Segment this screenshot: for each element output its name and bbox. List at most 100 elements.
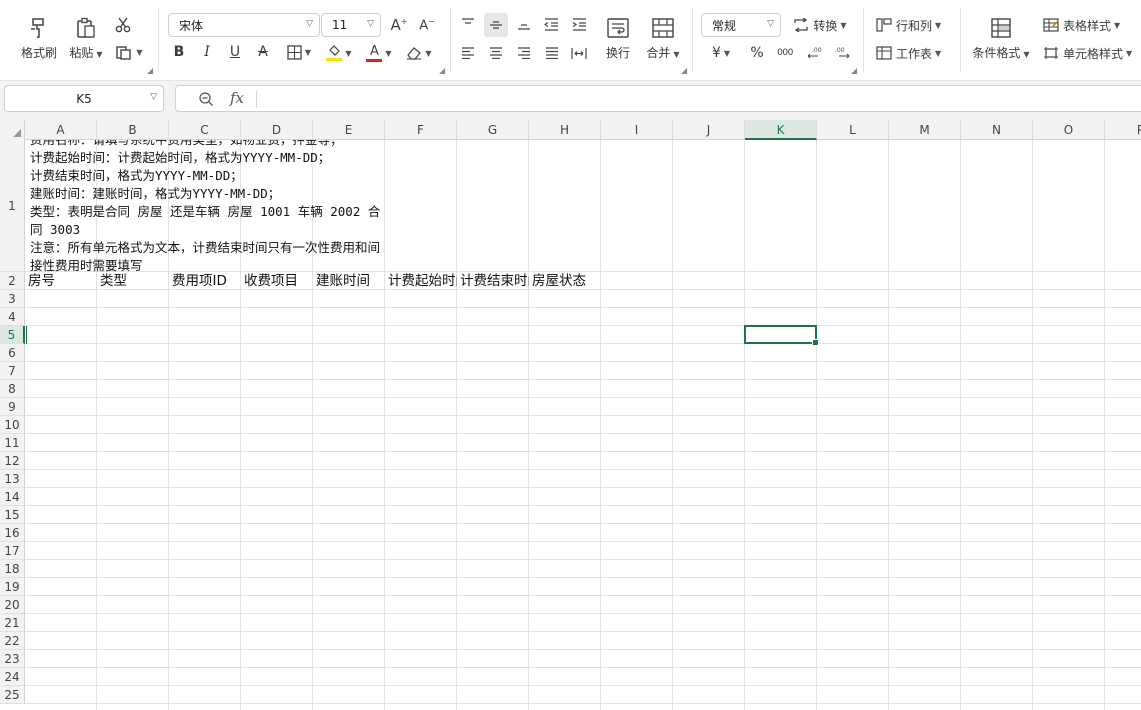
row-header-8[interactable]: 8 bbox=[0, 380, 25, 398]
convert-button[interactable]: 转换 ▼ bbox=[790, 14, 850, 36]
format-painter-button[interactable]: 格式刷 bbox=[16, 12, 62, 64]
distributed-button[interactable] bbox=[569, 43, 589, 63]
row-header-3[interactable]: 3 bbox=[0, 290, 25, 308]
row-header-18[interactable]: 18 bbox=[0, 560, 25, 578]
row-header-13[interactable]: 13 bbox=[0, 470, 25, 488]
align-bottom-button[interactable] bbox=[514, 14, 534, 34]
row-header-4[interactable]: 4 bbox=[0, 308, 25, 326]
row-header-2[interactable]: 2 bbox=[0, 272, 25, 290]
merge-button[interactable]: 合并 ▼ bbox=[642, 12, 684, 64]
column-header-c[interactable]: C bbox=[169, 120, 241, 140]
spreadsheet-grid[interactable]: ABCDEFGHIJKLMNOP 1 2 3 4 5 6 7 8 9 10 11 12 13 14 15 16… bbox=[0, 120, 1141, 710]
row-header-14[interactable]: 14 bbox=[0, 488, 25, 506]
column-header-e[interactable]: E bbox=[313, 120, 385, 140]
cell-a1-text[interactable]: 费用名称：请填写系统中费用类型，如物业费，押金等；计费起始时间：计费起始时间，格… bbox=[30, 140, 460, 272]
row-header-23[interactable]: 23 bbox=[0, 650, 25, 668]
row-header-9[interactable]: 9 bbox=[0, 398, 25, 416]
alignment-launcher-icon[interactable]: ◢ bbox=[681, 66, 687, 75]
column-header-a[interactable]: A bbox=[25, 120, 97, 140]
row-header-19[interactable]: 19 bbox=[0, 578, 25, 596]
fill-color-button[interactable]: ▼ bbox=[324, 42, 354, 64]
column-header-f[interactable]: F bbox=[385, 120, 457, 140]
row-header-12[interactable]: 12 bbox=[0, 452, 25, 470]
column-header-d[interactable]: D bbox=[241, 120, 313, 140]
worksheet-button[interactable]: 工作表 ▼ bbox=[876, 42, 948, 64]
strikethrough-button[interactable]: A bbox=[254, 42, 272, 62]
number-format-select[interactable]: 常规 ▽ bbox=[701, 13, 781, 37]
cell-style-button[interactable]: 单元格样式 ▼ bbox=[1043, 42, 1141, 64]
copy-button[interactable]: ▼ bbox=[112, 41, 146, 63]
header-cell[interactable]: 房屋状态 bbox=[529, 272, 673, 290]
table-style-button[interactable]: 表格样式 ▼ bbox=[1043, 14, 1135, 36]
header-cell[interactable]: 类型 bbox=[97, 272, 169, 290]
align-left-button[interactable] bbox=[458, 43, 478, 63]
clear-format-button[interactable]: ▼ bbox=[404, 42, 434, 64]
header-cell[interactable]: 费用项ID bbox=[169, 272, 241, 290]
name-box[interactable]: K5 ▽ bbox=[4, 85, 164, 112]
rows-cols-button[interactable]: 行和列 ▼ bbox=[876, 14, 948, 36]
row-header-17[interactable]: 17 bbox=[0, 542, 25, 560]
percent-button[interactable]: % bbox=[747, 43, 767, 63]
number-launcher-icon[interactable]: ◢ bbox=[851, 66, 857, 75]
column-header-i[interactable]: I bbox=[601, 120, 673, 140]
increase-font-button[interactable]: A+ bbox=[388, 14, 410, 36]
select-all-button[interactable] bbox=[0, 120, 25, 140]
bold-button[interactable]: B bbox=[170, 42, 188, 62]
row-header-6[interactable]: 6 bbox=[0, 344, 25, 362]
align-center-button[interactable] bbox=[486, 43, 506, 63]
column-header-l[interactable]: L bbox=[817, 120, 889, 140]
header-cell[interactable]: 建账时间 bbox=[313, 272, 385, 290]
column-header-p[interactable]: P bbox=[1105, 120, 1141, 140]
currency-button[interactable]: ¥ ▼ bbox=[704, 43, 738, 63]
justify-button[interactable] bbox=[542, 43, 562, 63]
row-header-22[interactable]: 22 bbox=[0, 632, 25, 650]
decrease-indent-button[interactable] bbox=[541, 14, 561, 34]
increase-decimal-button[interactable]: .00 bbox=[832, 43, 854, 63]
header-cell[interactable]: 房号 bbox=[25, 272, 97, 290]
font-launcher-icon[interactable]: ◢ bbox=[439, 66, 445, 75]
row-header-7[interactable]: 7 bbox=[0, 362, 25, 380]
cut-button[interactable] bbox=[111, 13, 135, 37]
decrease-font-button[interactable]: A− bbox=[416, 14, 438, 36]
thousands-separator-button[interactable]: 000 bbox=[774, 43, 796, 63]
column-header-o[interactable]: O bbox=[1033, 120, 1105, 140]
active-cell-selection[interactable] bbox=[744, 325, 819, 346]
decrease-decimal-button[interactable]: .00 bbox=[803, 43, 825, 63]
row-header-20[interactable]: 20 bbox=[0, 596, 25, 614]
column-header-g[interactable]: G bbox=[457, 120, 529, 140]
row-header-15[interactable]: 15 bbox=[0, 506, 25, 524]
column-header-b[interactable]: B bbox=[97, 120, 169, 140]
row-header-24[interactable]: 24 bbox=[0, 668, 25, 686]
font-name-select[interactable]: 宋体 ▽ bbox=[168, 13, 320, 37]
increase-indent-button[interactable] bbox=[569, 14, 589, 34]
italic-button[interactable]: I bbox=[198, 42, 216, 62]
column-header-j[interactable]: J bbox=[673, 120, 745, 140]
font-color-button[interactable]: A ▼ bbox=[364, 42, 394, 64]
underline-button[interactable]: U bbox=[226, 42, 244, 62]
formula-input[interactable]: fx bbox=[175, 85, 1141, 112]
column-header-h[interactable]: H bbox=[529, 120, 601, 140]
function-icon[interactable]: fx bbox=[230, 89, 244, 107]
align-middle-button[interactable] bbox=[484, 13, 508, 37]
align-top-button[interactable] bbox=[458, 14, 478, 34]
row-header-10[interactable]: 10 bbox=[0, 416, 25, 434]
row-header-1[interactable]: 1 bbox=[0, 140, 25, 272]
conditional-format-button[interactable]: 条件格式 ▼ bbox=[968, 12, 1034, 64]
column-header-m[interactable]: M bbox=[889, 120, 961, 140]
header-cell[interactable]: 计费起始时间 bbox=[385, 272, 457, 290]
row-header-5[interactable]: 5 bbox=[0, 326, 25, 344]
column-header-k[interactable]: K bbox=[745, 120, 817, 140]
row-header-16[interactable]: 16 bbox=[0, 524, 25, 542]
borders-button[interactable]: ▼ bbox=[284, 42, 314, 62]
column-header-n[interactable]: N bbox=[961, 120, 1033, 140]
header-cell[interactable]: 收费项目 bbox=[241, 272, 313, 290]
header-cell[interactable]: 计费结束时间 bbox=[457, 272, 529, 290]
paste-button[interactable]: 粘贴 ▼ bbox=[64, 12, 108, 64]
row-header-21[interactable]: 21 bbox=[0, 614, 25, 632]
wrap-text-button[interactable]: 换行 bbox=[600, 12, 636, 64]
font-size-select[interactable]: 11 ▽ bbox=[321, 13, 381, 37]
align-right-button[interactable] bbox=[514, 43, 534, 63]
clipboard-launcher-icon[interactable]: ◢ bbox=[147, 66, 153, 75]
zoom-icon[interactable] bbox=[198, 91, 214, 107]
row-header-25[interactable]: 25 bbox=[0, 686, 25, 704]
